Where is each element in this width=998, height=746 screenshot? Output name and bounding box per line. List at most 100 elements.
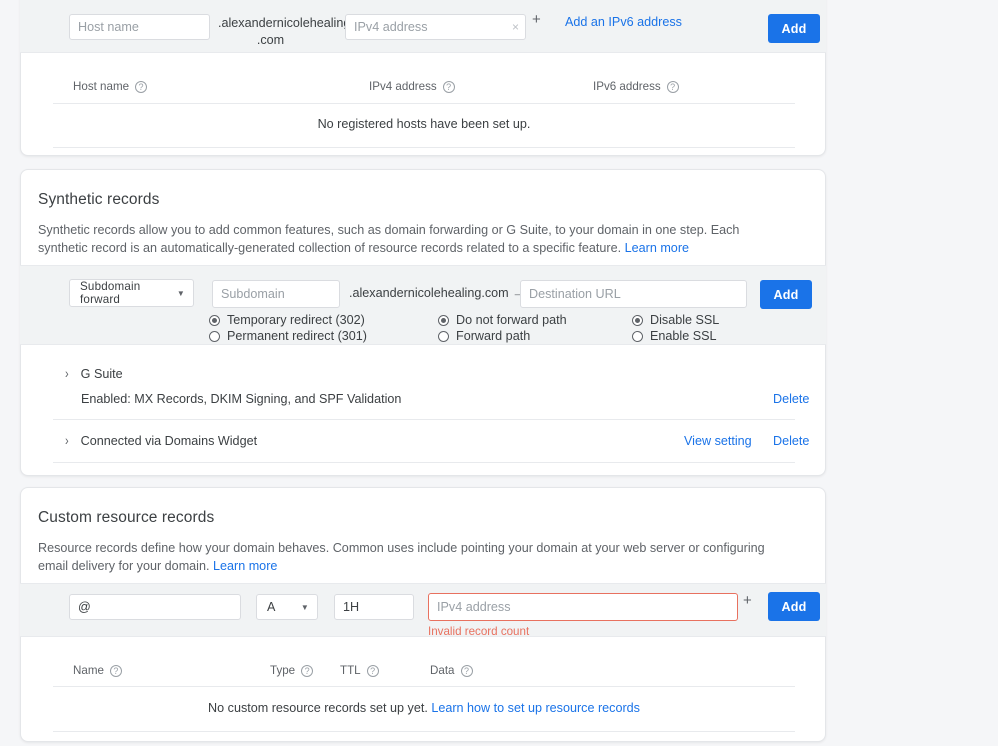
view-setting-link[interactable]: View setting [684, 434, 752, 448]
hosts-empty-message: No registered hosts have been set up. [53, 117, 795, 131]
add-record-row-plus-icon[interactable]: + [743, 592, 752, 609]
host-name-input[interactable] [69, 14, 210, 40]
synthetic-entry-g-suite-detail: Enabled: MX Records, DKIM Signing, and S… [81, 392, 401, 406]
help-icon[interactable]: ? [301, 665, 313, 677]
synthetic-entry-domains-widget-label: Connected via Domains Widget [81, 434, 257, 448]
custom-col-label-type: Type [270, 664, 295, 677]
help-icon[interactable]: ? [443, 81, 455, 93]
redirect-option-permanent[interactable]: Permanent redirect (301) [209, 329, 367, 343]
radio-icon[interactable] [438, 315, 449, 326]
custom-col-header-data: Data ? [430, 664, 473, 677]
hosts-col-header-ipv6: IPv6 address ? [593, 80, 679, 93]
destination-url-input[interactable] [520, 280, 747, 308]
divider [53, 731, 795, 732]
add-synthetic-record-button[interactable]: Add [760, 280, 812, 309]
hosts-col-label-ipv6: IPv6 address [593, 80, 661, 93]
help-icon[interactable]: ? [135, 81, 147, 93]
custom-records-empty-text: No custom resource records set up yet. [208, 701, 431, 715]
radio-icon[interactable] [209, 315, 220, 326]
add-row-plus-icon[interactable]: + [532, 11, 541, 28]
record-data-error-message: Invalid record count [428, 625, 529, 638]
divider [53, 147, 795, 148]
custom-records-input-strip: A ▼ Invalid record count + Add [20, 583, 826, 637]
custom-col-label-name: Name [73, 664, 104, 677]
custom-records-title: Custom resource records [38, 509, 214, 527]
custom-learn-more-link[interactable]: Learn more [213, 559, 277, 573]
divider [53, 419, 795, 420]
radio-icon[interactable] [438, 331, 449, 342]
ssl-option-disable-label[interactable]: Disable SSL [650, 313, 719, 327]
host-domain-suffix: .alexandernicolehealing .com [218, 15, 338, 49]
divider [53, 686, 795, 687]
hosts-col-label-host-name: Host name [73, 80, 129, 93]
custom-records-description-text: Resource records define how your domain … [38, 541, 765, 573]
record-data-input[interactable] [428, 593, 738, 621]
host-domain-suffix-line1: .alexandernicolehealing [218, 16, 350, 30]
delete-g-suite-link[interactable]: Delete [773, 392, 809, 406]
divider [53, 103, 795, 104]
synthetic-entry-g-suite[interactable]: › G Suite [65, 367, 123, 381]
custom-records-description: Resource records define how your domain … [38, 539, 798, 575]
help-icon[interactable]: ? [110, 665, 122, 677]
custom-records-empty-message: No custom resource records set up yet. L… [53, 701, 795, 715]
radio-icon[interactable] [209, 331, 220, 342]
redirect-option-temporary[interactable]: Temporary redirect (302) [209, 313, 365, 327]
registered-hosts-input-strip: .alexandernicolehealing .com × + Add an … [20, 0, 826, 53]
redirect-option-temporary-label[interactable]: Temporary redirect (302) [227, 313, 365, 327]
custom-col-label-ttl: TTL [340, 664, 361, 677]
setup-resource-records-link[interactable]: Learn how to set up resource records [431, 701, 640, 715]
synthetic-records-description: Synthetic records allow you to add commo… [38, 221, 790, 257]
synthetic-records-title: Synthetic records [38, 191, 159, 209]
synthetic-type-select-value: Subdomain forward [80, 280, 167, 306]
path-option-forward[interactable]: Forward path [438, 329, 530, 343]
ssl-option-enable[interactable]: Enable SSL [632, 329, 717, 343]
hosts-col-header-host-name: Host name ? [73, 80, 147, 93]
domain-dns-settings-page: .alexandernicolehealing .com × + Add an … [0, 0, 998, 746]
synthetic-records-card: Synthetic records Synthetic records allo… [20, 169, 826, 476]
chevron-right-icon[interactable]: › [65, 434, 69, 449]
ipv4-address-field-wrapper: × [345, 14, 526, 40]
help-icon[interactable]: ? [367, 665, 379, 677]
custom-col-header-ttl: TTL ? [340, 664, 379, 677]
hosts-col-label-ipv4: IPv4 address [369, 80, 437, 93]
radio-icon[interactable] [632, 315, 643, 326]
custom-col-label-data: Data [430, 664, 455, 677]
synthetic-entry-g-suite-label: G Suite [81, 367, 123, 381]
chevron-down-icon: ▼ [291, 603, 309, 612]
subdomain-input[interactable] [212, 280, 340, 308]
add-custom-record-button[interactable]: Add [768, 592, 820, 621]
radio-icon[interactable] [632, 331, 643, 342]
host-domain-suffix-line2: .com [218, 32, 323, 49]
chevron-down-icon: ▼ [167, 289, 185, 298]
custom-col-header-type: Type ? [270, 664, 313, 677]
hosts-col-header-ipv4: IPv4 address ? [369, 80, 455, 93]
synthetic-learn-more-link[interactable]: Learn more [625, 241, 689, 255]
synthetic-domain-suffix: .alexandernicolehealing.com → [349, 286, 525, 300]
path-option-do-not-forward-label[interactable]: Do not forward path [456, 313, 567, 327]
add-ipv6-address-link[interactable]: Add an IPv6 address [565, 15, 682, 29]
synthetic-entry-domains-widget[interactable]: › Connected via Domains Widget [65, 434, 257, 448]
ssl-option-disable[interactable]: Disable SSL [632, 313, 719, 327]
clear-icon[interactable]: × [512, 20, 519, 34]
registered-hosts-card: .alexandernicolehealing .com × + Add an … [20, 0, 826, 156]
help-icon[interactable]: ? [667, 81, 679, 93]
record-ttl-input[interactable] [334, 594, 414, 620]
synthetic-records-input-strip: Subdomain forward ▼ .alexandernicoleheal… [20, 265, 826, 345]
path-option-forward-label[interactable]: Forward path [456, 329, 530, 343]
record-type-select-value: A [267, 600, 276, 614]
path-option-do-not-forward[interactable]: Do not forward path [438, 313, 567, 327]
help-icon[interactable]: ? [461, 665, 473, 677]
record-type-select[interactable]: A ▼ [256, 594, 318, 620]
synthetic-type-select[interactable]: Subdomain forward ▼ [69, 279, 194, 307]
record-name-input[interactable] [69, 594, 241, 620]
ipv4-address-input[interactable] [346, 14, 506, 40]
custom-col-header-name: Name ? [73, 664, 122, 677]
redirect-option-permanent-label[interactable]: Permanent redirect (301) [227, 329, 367, 343]
add-host-button[interactable]: Add [768, 14, 820, 43]
ssl-option-enable-label[interactable]: Enable SSL [650, 329, 717, 343]
chevron-right-icon[interactable]: › [65, 367, 69, 382]
synthetic-domain-suffix-text: .alexandernicolehealing.com [349, 286, 509, 300]
divider [53, 462, 795, 463]
delete-domains-widget-link[interactable]: Delete [773, 434, 809, 448]
custom-resource-records-card: Custom resource records Resource records… [20, 487, 826, 742]
